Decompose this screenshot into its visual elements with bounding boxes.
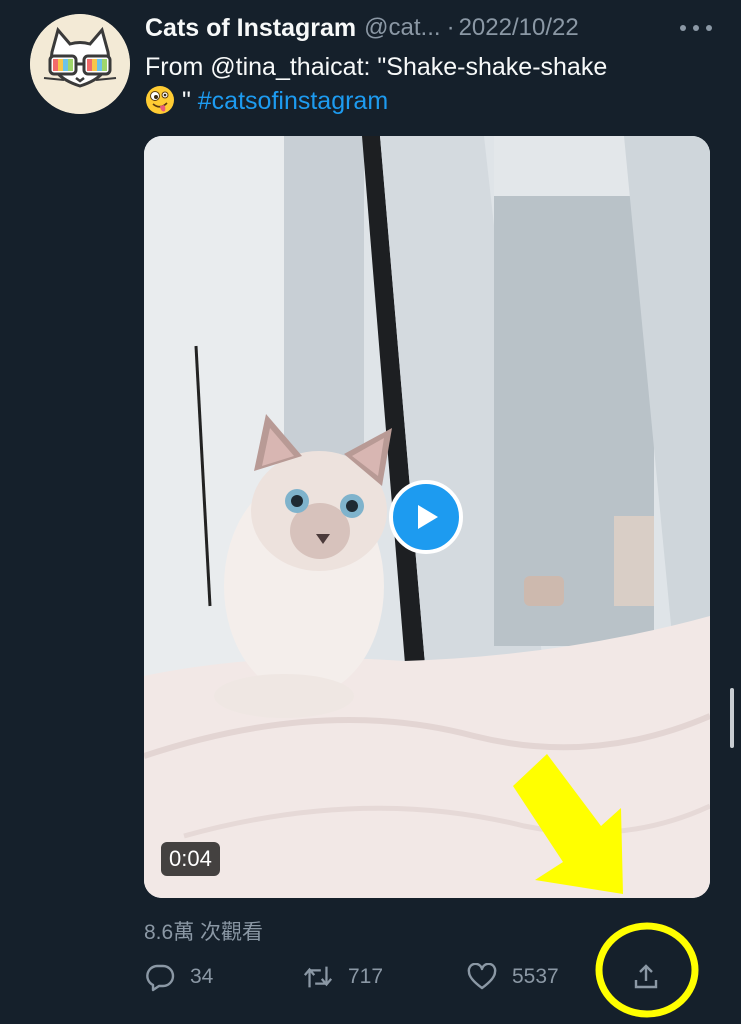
avatar[interactable] xyxy=(30,14,130,114)
like-icon xyxy=(466,961,498,993)
video-duration: 0:04 xyxy=(161,842,220,876)
like-count: 5537 xyxy=(512,965,559,988)
highlight-arrow-icon xyxy=(513,754,623,894)
retweet-button[interactable]: 717 xyxy=(302,956,383,998)
separator-dot: · xyxy=(446,14,455,41)
tweet-text-line2: " #catsofinstagram xyxy=(145,84,705,118)
highlight-circle-icon xyxy=(595,922,699,1018)
play-button[interactable] xyxy=(389,480,463,554)
reply-icon xyxy=(144,961,176,993)
reply-button[interactable]: 34 xyxy=(144,956,213,998)
display-name[interactable]: Cats of Instagram xyxy=(145,14,356,43)
tweet-text-line1: From @tina_thaicat: "Shake-shake-shake xyxy=(145,53,608,81)
quote-close: " xyxy=(181,87,191,115)
tweet-text: From @tina_thaicat: "Shake-shake-shake "… xyxy=(145,50,705,118)
user-handle[interactable]: @cat... xyxy=(364,14,440,42)
reply-count: 34 xyxy=(190,965,214,988)
tweet-date[interactable]: 2022/10/22 xyxy=(459,14,579,42)
retweet-count: 717 xyxy=(348,965,384,988)
scrollbar-thumb[interactable] xyxy=(730,688,734,748)
cat-logo-icon xyxy=(30,14,130,114)
retweet-icon xyxy=(302,961,334,993)
like-button[interactable]: 5537 xyxy=(466,956,559,998)
zany-face-emoji-icon xyxy=(145,85,175,115)
hashtag-link[interactable]: #catsofinstagram xyxy=(198,87,388,115)
tweet-header: Cats of Instagram @cat... · 2022/10/22 xyxy=(145,8,735,48)
view-count[interactable]: 8.6萬 次觀看 xyxy=(144,916,263,946)
play-icon xyxy=(418,505,438,529)
more-icon xyxy=(680,25,712,31)
more-button[interactable] xyxy=(676,14,716,42)
